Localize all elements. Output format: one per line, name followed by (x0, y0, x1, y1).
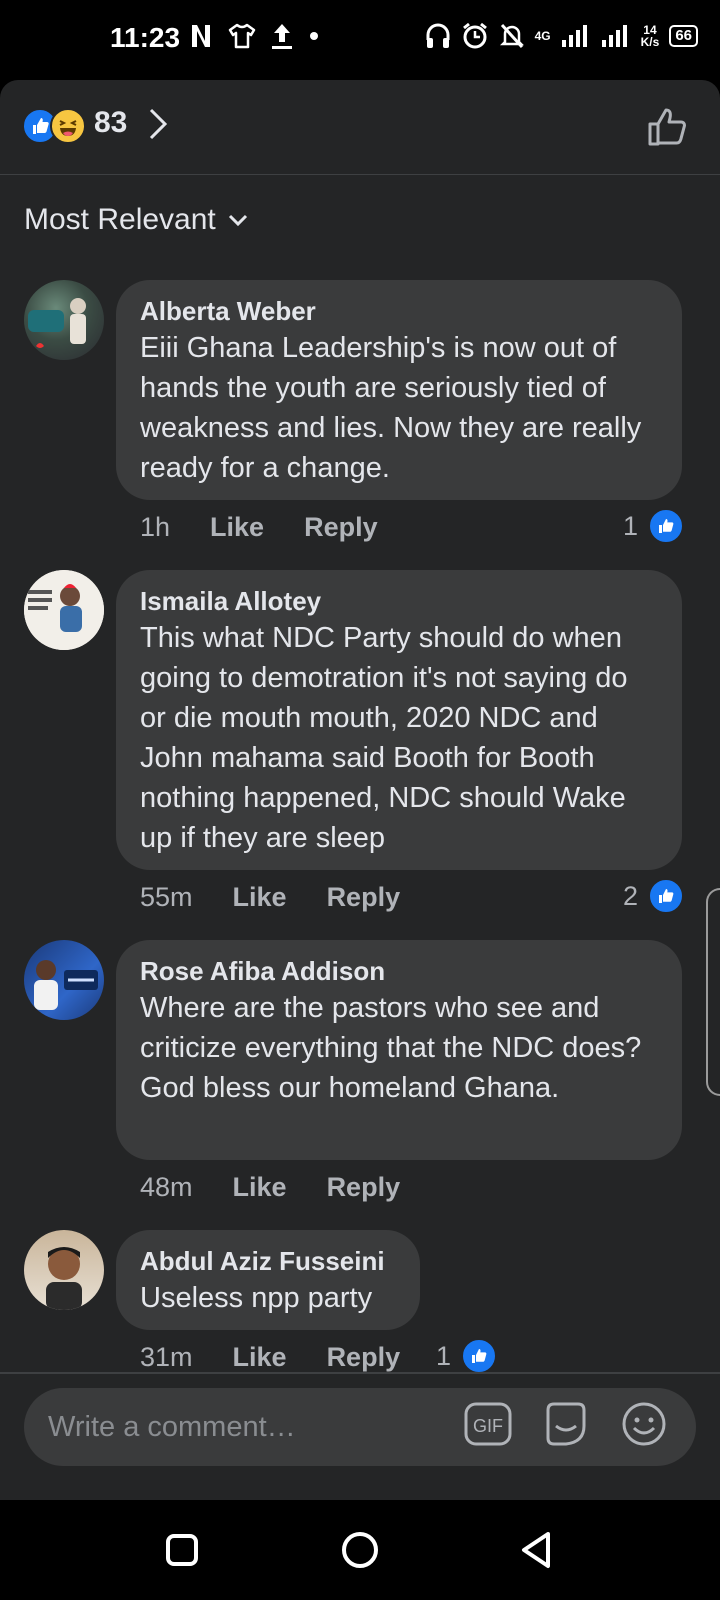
comment-time[interactable]: 31m (140, 1342, 193, 1373)
comment-text: This what NDC Party should do when going… (140, 622, 628, 854)
comment-input[interactable] (24, 1388, 696, 1466)
avatar-photo-icon (28, 298, 86, 348)
comment-actions: 55m Like Reply (140, 882, 400, 913)
reaction-icons (22, 108, 88, 144)
gif-icon[interactable]: GIF (464, 1400, 512, 1448)
status-bar: 11:23 4G 14 K/s 66 (0, 0, 720, 80)
alarm-icon (462, 22, 487, 49)
headphones-icon (426, 23, 450, 48)
reaction-count: 83 (94, 106, 128, 139)
comment-time[interactable]: 1h (140, 512, 170, 543)
reactions-header[interactable]: 83 (0, 80, 720, 175)
sort-dropdown[interactable]: Most Relevant (24, 200, 250, 240)
gif-label: GIF (473, 1416, 503, 1436)
comment-author[interactable]: Rose Afiba Addison (140, 954, 658, 988)
like-button[interactable]: Like (233, 1342, 287, 1373)
comment-actions: 48m Like Reply (140, 1172, 400, 1203)
comment-author[interactable]: Alberta Weber (140, 294, 658, 328)
like-reaction-icon (648, 878, 684, 914)
sticker-icon[interactable] (542, 1400, 590, 1448)
status-time: 11:23 (110, 22, 181, 53)
system-nav-bar (0, 1500, 720, 1600)
reply-button[interactable]: Reply (304, 512, 378, 543)
like-outline-icon[interactable] (646, 104, 690, 148)
emoji-icon[interactable] (620, 1400, 668, 1448)
net-speed-unit: K/s (640, 35, 660, 49)
sort-label: Most Relevant (24, 203, 216, 236)
screen: 11:23 4G 14 K/s 66 83 Most Relevant Albe… (0, 0, 720, 1600)
comment-reaction-count[interactable]: 1 (436, 1338, 498, 1374)
avatar-photo-icon (24, 570, 104, 650)
reply-button[interactable]: Reply (327, 1172, 401, 1203)
comment-bubble[interactable]: Abdul Aziz Fusseini Useless npp party (116, 1230, 420, 1330)
comment-reaction-count[interactable]: 1 (623, 508, 684, 544)
comment-bubble[interactable]: Alberta Weber Eiii Ghana Leadership's is… (116, 280, 682, 500)
upload-icon (272, 24, 292, 49)
comment-text: Useless npp party (140, 1282, 373, 1314)
status-right-icons: 4G 14 K/s 66 (425, 22, 698, 50)
avatar[interactable] (24, 570, 104, 650)
avatar-photo-icon (34, 960, 98, 1010)
reaction-number: 1 (436, 1340, 452, 1371)
comment-text: Eiii Ghana Leadership's is now out of ha… (140, 332, 642, 484)
comment-time[interactable]: 48m (140, 1172, 193, 1203)
haha-reaction-icon (50, 108, 86, 144)
chevron-right-icon (149, 108, 168, 140)
comment-actions: 31m Like Reply (140, 1342, 400, 1373)
like-button[interactable]: Like (233, 882, 287, 913)
like-button[interactable]: Like (210, 512, 264, 543)
back-icon[interactable] (518, 1530, 554, 1570)
like-button[interactable]: Like (233, 1172, 287, 1203)
reaction-number: 1 (622, 510, 638, 541)
comment-time[interactable]: 55m (140, 882, 193, 913)
comment-author[interactable]: Abdul Aziz Fusseini (140, 1244, 396, 1278)
comment-composer: GIF (0, 1372, 720, 1500)
reply-button[interactable]: Reply (327, 882, 401, 913)
reaction-number: 2 (622, 880, 638, 911)
signal-2-icon (601, 25, 627, 47)
comments-sheet: 83 Most Relevant Alberta Weber Eiii Ghan… (0, 80, 720, 1500)
status-left-icons (188, 22, 320, 50)
avatar[interactable] (24, 940, 104, 1020)
comment-bubble[interactable]: Ismaila Allotey This what NDC Party shou… (116, 570, 682, 870)
mute-bell-icon (499, 23, 524, 49)
recents-icon[interactable] (164, 1530, 200, 1570)
comment-reaction-count[interactable]: 2 (623, 878, 684, 914)
network-type: 4G (534, 29, 551, 43)
reply-button[interactable]: Reply (327, 1342, 401, 1373)
dot-icon (310, 32, 318, 40)
comment-author[interactable]: Ismaila Allotey (140, 584, 658, 618)
net-speed: 14 K/s (641, 24, 660, 48)
like-reaction-icon (461, 1338, 498, 1374)
tshirt-icon (228, 23, 256, 49)
battery-indicator: 66 (669, 25, 698, 47)
avatar[interactable] (24, 280, 104, 360)
comment-text: Where are the pastors who see and critic… (140, 992, 642, 1104)
comment-bubble[interactable]: Rose Afiba Addison Where are the pastors… (116, 940, 682, 1160)
netflix-n-icon (192, 25, 210, 47)
like-reaction-icon (648, 508, 684, 544)
avatar-photo-icon (46, 1247, 82, 1310)
avatar[interactable] (24, 1230, 104, 1310)
home-icon[interactable] (340, 1530, 380, 1570)
chevron-down-icon (228, 214, 247, 227)
signal-icon (561, 25, 587, 47)
comment-actions: 1h Like Reply (140, 512, 378, 543)
scrollbar-handle[interactable] (706, 888, 720, 1096)
